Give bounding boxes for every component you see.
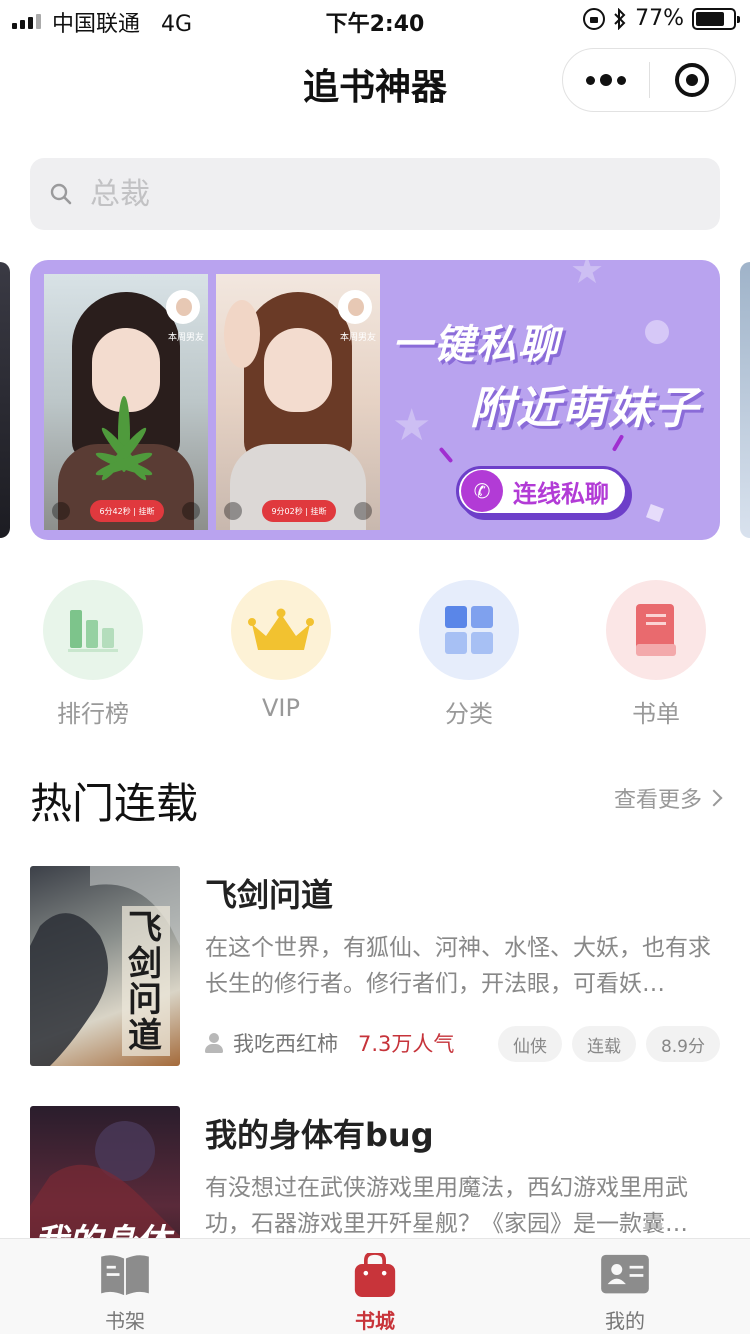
- carousel-prev-peek[interactable]: [0, 262, 10, 538]
- gift-icon: [354, 502, 372, 520]
- bluetooth-icon: [614, 7, 626, 30]
- call-timer-pill: 6分42秒 | 挂断: [90, 500, 164, 522]
- section-title: 热门连载: [30, 779, 199, 828]
- profile-card-icon: [601, 1254, 649, 1294]
- see-more-link[interactable]: 查看更多: [613, 782, 723, 814]
- book-tag: 连载: [571, 1026, 636, 1062]
- tab-label: 书架: [105, 1309, 145, 1333]
- entry-label: 书单: [632, 700, 680, 728]
- square-decoration: [646, 504, 664, 522]
- bookshelf-icon: [101, 1255, 149, 1296]
- tab-bookstore[interactable]: 书城: [250, 1239, 500, 1334]
- category-circle: [419, 580, 519, 680]
- battery-percent: 77%: [635, 6, 684, 31]
- banner-photo-girl-1: 本周男友 6分42秒 | 挂断: [44, 274, 208, 530]
- vip-circle: [231, 580, 331, 680]
- book-cover: 飞剑问道: [30, 866, 180, 1066]
- tab-label: 我的: [605, 1309, 645, 1333]
- search-bar[interactable]: [30, 158, 720, 230]
- book-title: 我的身体有bug: [205, 1116, 434, 1154]
- entry-category[interactable]: 分类: [414, 580, 524, 729]
- more-menu-button[interactable]: [563, 48, 649, 112]
- banner-photo-girl-2: 本周男友 9分02秒 | 挂断: [216, 274, 380, 530]
- call-timer-pill: 9分02秒 | 挂断: [262, 500, 336, 522]
- battery-icon: [692, 7, 740, 30]
- book-list-icon: [636, 604, 676, 656]
- tab-label: 书城: [355, 1309, 395, 1333]
- cover-title: 飞剑问道: [128, 908, 162, 1056]
- book-title: 飞剑问道: [205, 876, 334, 914]
- ranking-bars-icon: [68, 610, 118, 652]
- waving-hand-icon: [224, 300, 260, 368]
- user-icon: [52, 502, 70, 520]
- status-right: 77%: [583, 6, 740, 31]
- star-decoration-icon: ★: [392, 400, 432, 451]
- book-card[interactable]: 飞剑问道 飞剑问道 在这个世界，有狐仙、河神、水怪、大妖，也有求长生的修行者。修…: [30, 866, 720, 1068]
- entry-vip[interactable]: VIP: [226, 580, 336, 722]
- book-tag: 仙侠: [497, 1026, 562, 1062]
- search-input[interactable]: [90, 176, 650, 212]
- phone-icon: ✆: [461, 470, 503, 512]
- tab-mine[interactable]: 我的: [500, 1239, 750, 1334]
- mini-program-capsule: [562, 48, 736, 112]
- star-decoration-icon: ★: [570, 260, 605, 292]
- tab-bookshelf[interactable]: 书架: [0, 1239, 250, 1334]
- close-program-button[interactable]: [650, 48, 736, 112]
- more-dots-icon: [585, 75, 595, 85]
- book-popularity: 7.3万人气: [358, 1032, 455, 1056]
- see-more-label: 查看更多: [613, 788, 702, 813]
- book-tags: 仙侠 连载 8.9分: [497, 1026, 720, 1062]
- connect-chat-button[interactable]: ✆ 连线私聊: [456, 466, 628, 516]
- friend-tag: 本周男友: [167, 333, 204, 343]
- book-tag: 8.9分: [645, 1026, 720, 1062]
- spark-decoration: [611, 434, 625, 452]
- chevron-right-icon: [705, 789, 723, 807]
- entry-ranking[interactable]: 排行榜: [38, 580, 148, 729]
- carousel-next-peek[interactable]: [740, 262, 750, 538]
- entry-label: VIP: [262, 694, 300, 722]
- entry-label: 排行榜: [57, 700, 129, 728]
- author-icon: [205, 1033, 223, 1053]
- tab-bar: 书架 书城 我的: [0, 1238, 750, 1334]
- banner-headline-2: 附近萌妹子: [470, 383, 700, 434]
- user-icon: [224, 502, 242, 520]
- gift-icon: [182, 502, 200, 520]
- promo-banner[interactable]: ★ ★ 本周男友 6分42秒 | 挂断 本周男友 9分02秒 | 挂断 一键私聊…: [30, 260, 720, 540]
- banner-headline-1: 一键私聊: [392, 322, 560, 368]
- ranking-circle: [43, 580, 143, 680]
- spark-decoration: [438, 446, 454, 464]
- circle-decoration: [645, 320, 669, 344]
- book-author: 我吃西红柿: [233, 1032, 338, 1056]
- status-bar: 中国联通 4G 下午2:40 77%: [0, 0, 750, 40]
- book-meta: 我吃西红柿 7.3万人气: [205, 1028, 454, 1058]
- avatar: [166, 290, 200, 324]
- bookstore-bag-icon: [354, 1253, 396, 1297]
- book-description: 在这个世界，有狐仙、河神、水怪、大妖，也有求长生的修行者。修行者们，开法眼，可看…: [205, 935, 711, 997]
- entry-booklist[interactable]: 书单: [601, 580, 711, 729]
- connect-chat-label: 连线私聊: [513, 479, 609, 508]
- friend-tag: 本周男友: [339, 333, 376, 343]
- book-description: 有没想过在武侠游戏里用魔法，西幻游戏里用武功，石器游戏里开歼星舰？《家园》是一款…: [205, 1175, 688, 1237]
- category-grid-icon: [445, 606, 493, 654]
- target-circle-icon: [675, 63, 710, 97]
- booklist-circle: [606, 580, 706, 680]
- entry-label: 分类: [445, 700, 493, 728]
- orientation-lock-icon: [583, 7, 606, 30]
- plant-icon: [95, 396, 153, 481]
- avatar: [338, 290, 372, 324]
- search-icon: [50, 183, 72, 205]
- crown-icon: [248, 608, 314, 650]
